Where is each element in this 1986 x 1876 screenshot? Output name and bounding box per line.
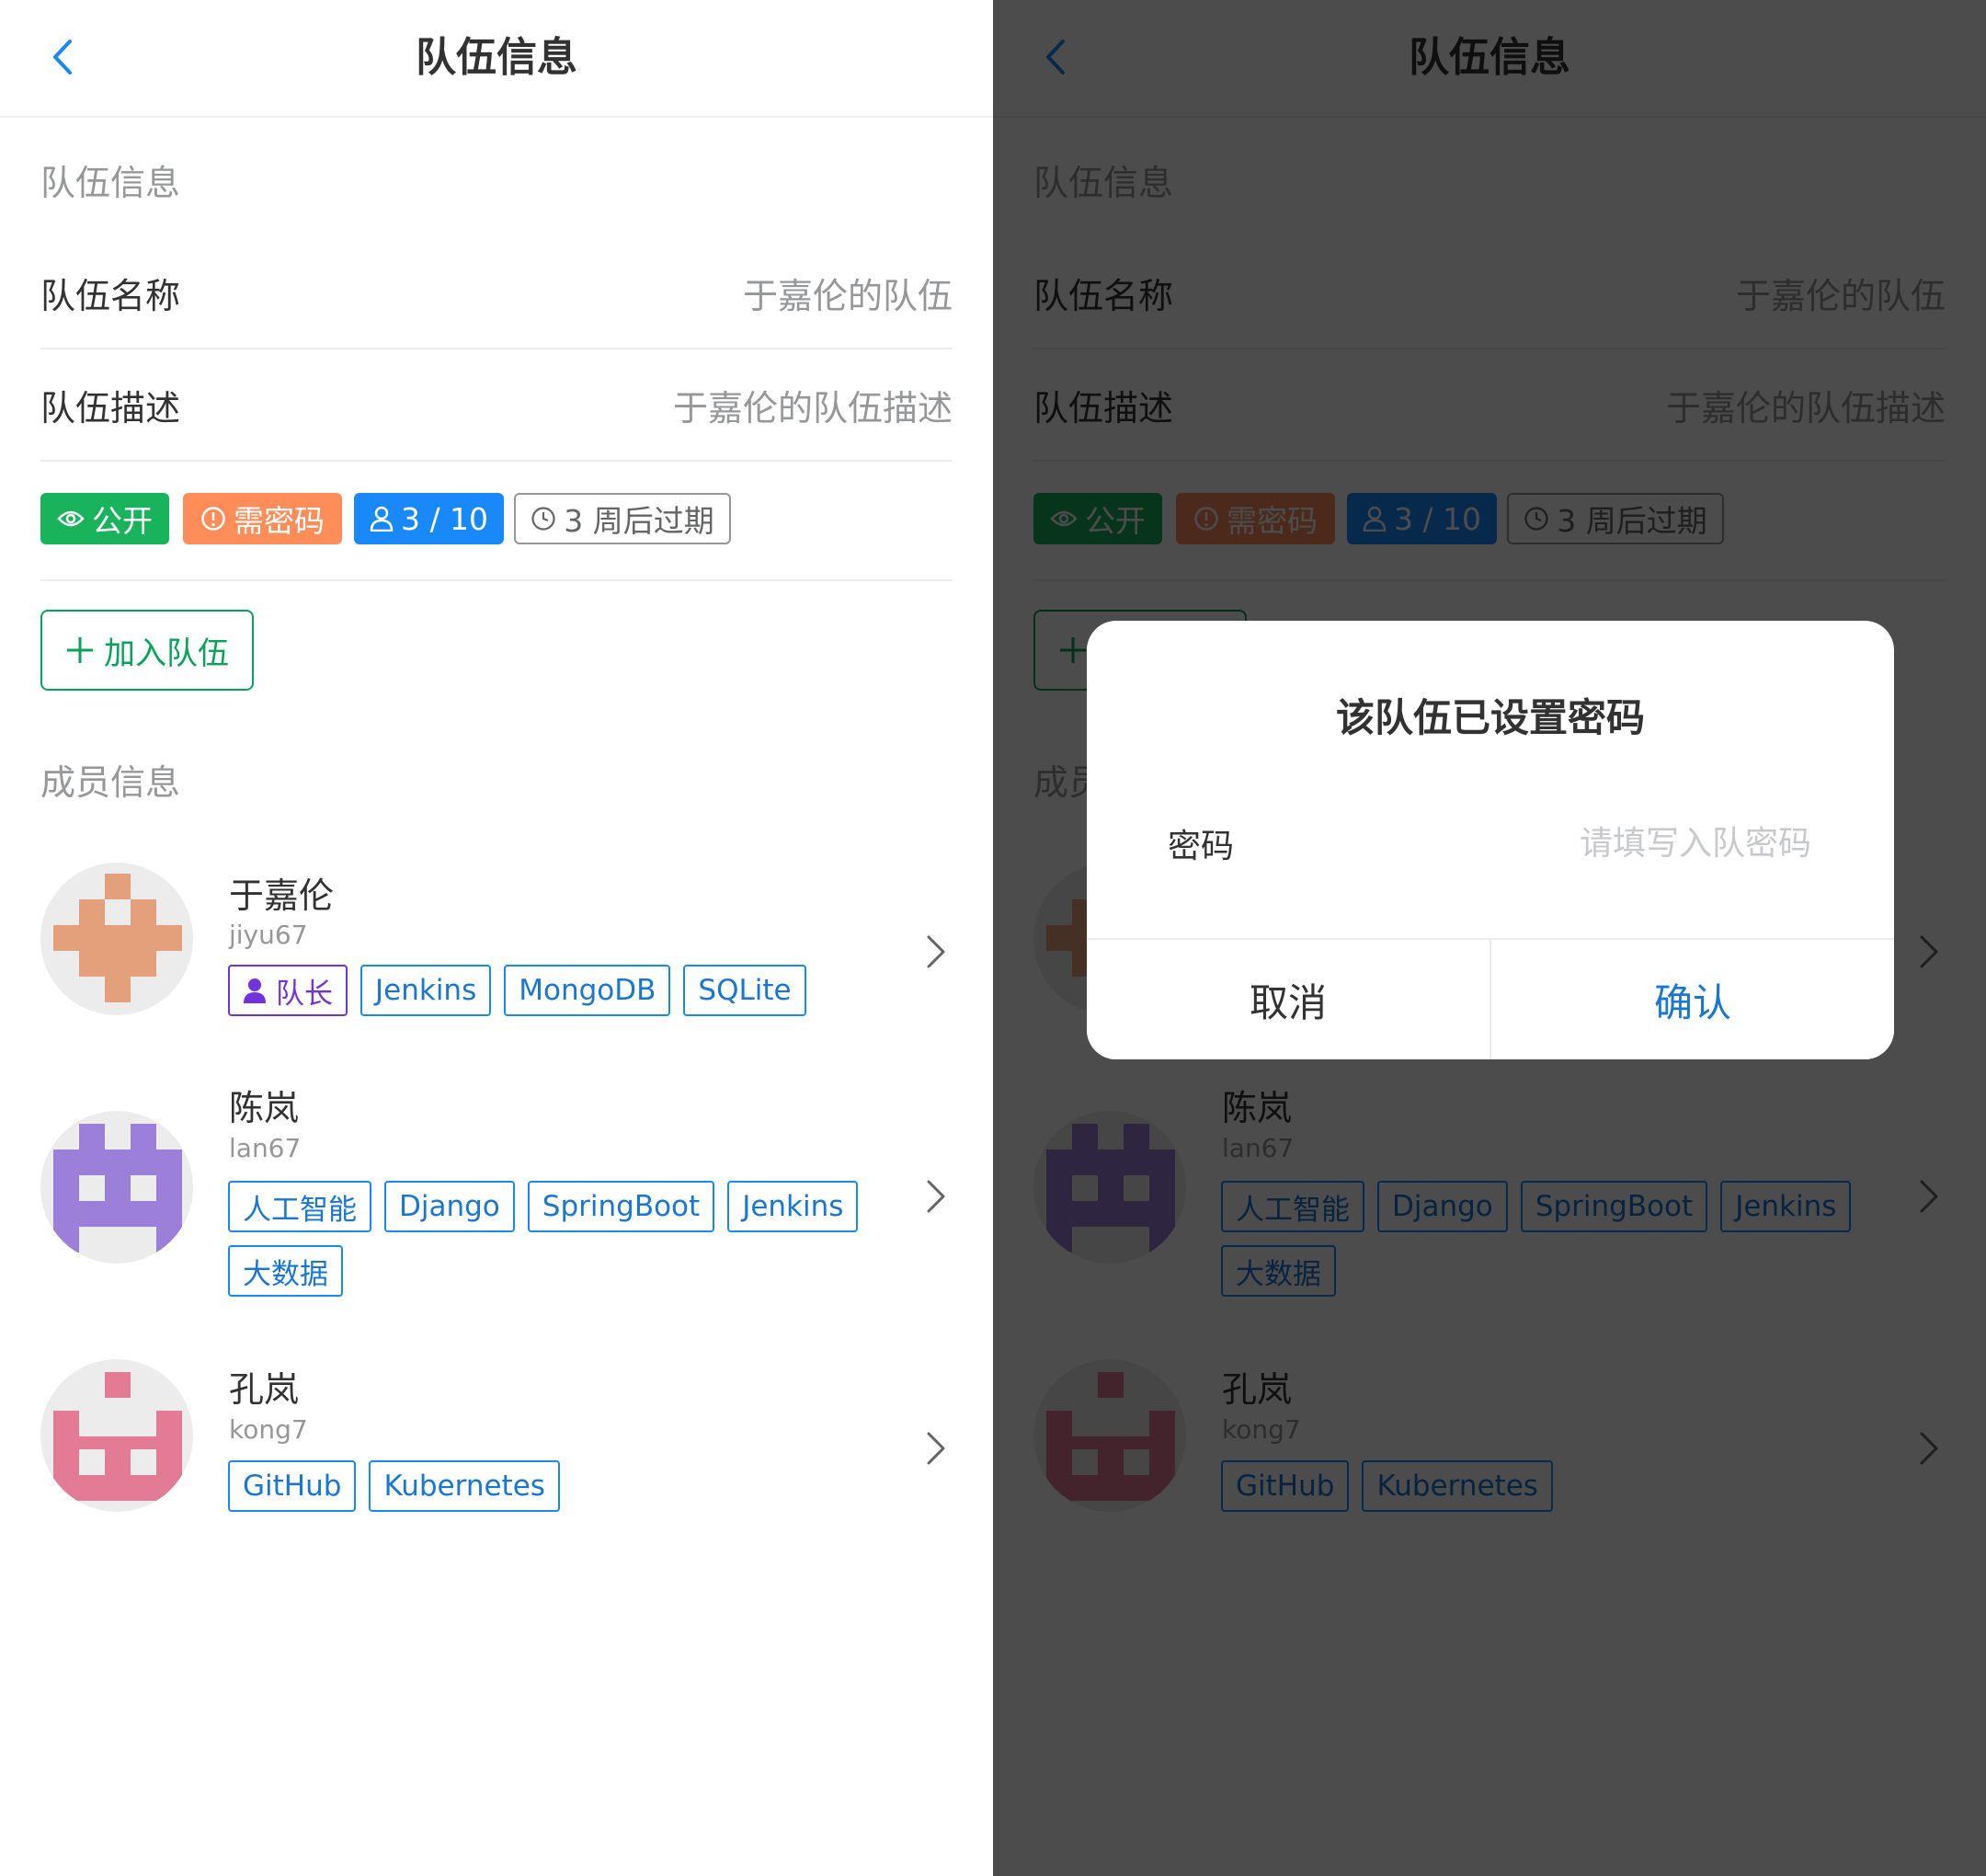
skill-tag: SpringBoot — [527, 1181, 715, 1232]
public-badge: 公开 — [40, 493, 169, 544]
team-name-value: 于嘉伦的队伍 — [742, 275, 953, 316]
member-item[interactable]: 于嘉伦 jiyu67 队长 Jenkins MongoDB SQLite — [40, 863, 953, 1028]
member-tags: 人工智能 Django SpringBoot Jenkins 大数据 — [228, 1181, 908, 1297]
member-username: kong7 — [229, 1414, 308, 1445]
password-dialog: 该队伍已设置密码 密码 取消 确认 — [1087, 621, 1894, 1059]
skill-tag: Kubernetes — [369, 1460, 560, 1512]
nav-bar: 队伍信息 — [0, 0, 993, 118]
member-name: 于嘉伦 — [229, 875, 335, 916]
member-tags: GitHub Kubernetes — [228, 1460, 908, 1512]
page-title: 队伍信息 — [416, 34, 577, 81]
team-name-label: 队伍名称 — [40, 275, 181, 316]
skill-tag: Jenkins — [727, 1181, 859, 1232]
plus-icon — [67, 637, 93, 663]
info-circle-icon — [201, 507, 225, 531]
skill-tag: GitHub — [228, 1460, 357, 1512]
team-info-screen: 队伍信息 队伍信息 队伍名称 于嘉伦的队伍 队伍描述 于嘉伦的队伍描述 公开 需… — [0, 0, 993, 1876]
join-team-button[interactable]: 加入队伍 — [40, 610, 254, 691]
dialog-actions: 取消 确认 — [1087, 938, 1894, 1059]
expire-badge-label: 3 周后过期 — [564, 503, 714, 539]
avatar — [40, 1111, 193, 1264]
team-info-screen-with-dialog: 队伍信息 队伍信息 队伍名称 于嘉伦的队伍 队伍描述 于嘉伦的队伍描述 公开 需… — [993, 0, 1986, 1876]
member-name: 孔岚 — [229, 1369, 300, 1410]
cancel-button[interactable]: 取消 — [1087, 940, 1491, 1059]
password-badge: 需密码 — [183, 493, 342, 544]
expire-badge: 3 周后过期 — [514, 493, 731, 544]
user-icon — [370, 506, 394, 532]
password-input[interactable] — [1534, 823, 1813, 864]
team-section-title: 队伍信息 — [40, 163, 181, 203]
member-name: 陈岚 — [229, 1088, 300, 1128]
skill-tag: MongoDB — [504, 965, 671, 1016]
confirm-button[interactable]: 确认 — [1491, 940, 1894, 1059]
member-count-label: 3 / 10 — [400, 500, 489, 537]
member-item[interactable]: 孔岚 kong7 GitHub Kubernetes — [40, 1359, 953, 1525]
team-desc-value: 于嘉伦的队伍描述 — [672, 387, 953, 429]
chevron-right-icon — [919, 1426, 953, 1470]
skill-tag: 大数据 — [228, 1245, 343, 1297]
skill-tag: 人工智能 — [228, 1181, 371, 1232]
team-badges: 公开 需密码 3 / 10 3 周后过期 — [40, 460, 953, 581]
team-desc-label: 队伍描述 — [40, 387, 181, 429]
member-username: jiyu67 — [229, 920, 308, 950]
leader-tag: 队长 — [228, 965, 348, 1016]
chevron-right-icon — [919, 930, 953, 974]
person-icon — [244, 978, 266, 1003]
chevron-right-icon — [919, 1174, 953, 1218]
password-label: 密码 — [1168, 828, 1235, 865]
member-tags: 队长 Jenkins MongoDB SQLite — [228, 965, 908, 1016]
dialog-title: 该队伍已设置密码 — [1335, 695, 1645, 740]
skill-tag: SQLite — [683, 965, 806, 1016]
clock-icon — [531, 507, 555, 531]
team-desc-cell: 队伍描述 于嘉伦的队伍描述 — [40, 349, 953, 462]
join-team-label: 加入队伍 — [104, 635, 229, 672]
leader-tag-label: 队长 — [276, 977, 333, 1011]
members-section-title: 成员信息 — [40, 762, 181, 803]
password-field: 密码 — [1168, 816, 1813, 871]
avatar — [40, 863, 193, 1015]
public-badge-label: 公开 — [92, 503, 153, 539]
team-name-cell: 队伍名称 于嘉伦的队伍 — [40, 237, 953, 349]
password-badge-label: 需密码 — [234, 503, 325, 539]
skill-tag: Django — [384, 1181, 515, 1232]
avatar — [40, 1359, 193, 1512]
member-item[interactable]: 陈岚 lan67 人工智能 Django SpringBoot Jenkins … — [40, 1080, 953, 1300]
skill-tag: Jenkins — [360, 965, 492, 1016]
member-count-badge: 3 / 10 — [354, 493, 504, 544]
member-username: lan67 — [229, 1133, 302, 1163]
eye-icon — [57, 510, 85, 527]
